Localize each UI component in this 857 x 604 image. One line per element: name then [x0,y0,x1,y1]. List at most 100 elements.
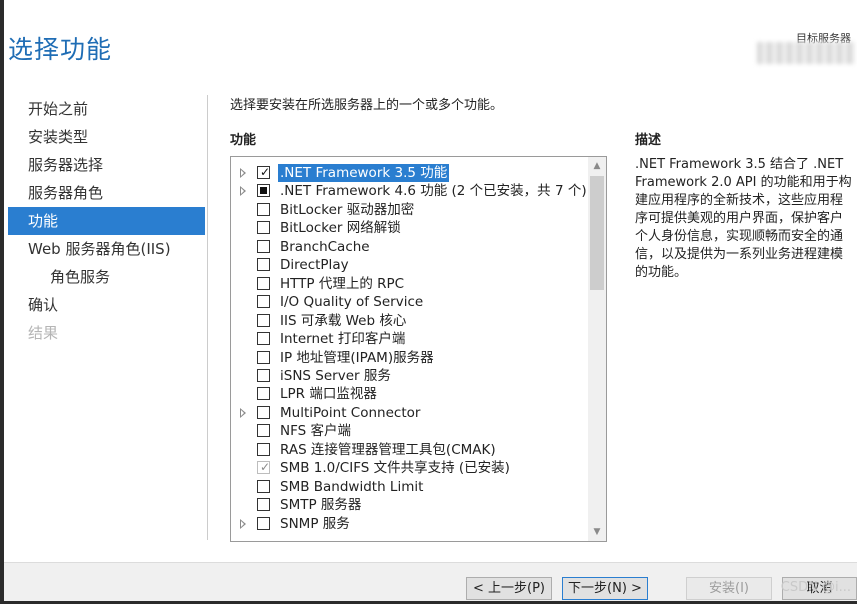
feature-checkbox[interactable] [257,295,270,309]
nav-item-2[interactable]: 服务器选择 [8,151,205,179]
feature-row[interactable]: .NET Framework 4.6 功能 (2 个已安装，共 7 个) [231,182,587,200]
feature-label[interactable]: BranchCache [280,238,370,256]
feature-label[interactable]: BitLocker 驱动器加密 [280,201,414,219]
features-tree-list[interactable]: ✓ .NET Framework 3.5 功能 .NET Framework 4.6… [230,156,607,542]
feature-checkbox[interactable] [257,221,270,235]
expand-arrow-icon[interactable] [240,186,246,197]
checkmark-icon: ✓ [260,460,271,475]
feature-label[interactable]: IIS 可承载 Web 核心 [280,312,406,330]
feature-row[interactable]: IP 地址管理(IPAM)服务器 [231,349,586,367]
features-scrollbar[interactable]: ▲ ▼ [588,157,606,541]
feature-label[interactable]: .NET Framework 3.5 功能 [276,163,451,183]
description-heading: 描述 [635,133,662,148]
feature-label[interactable]: I/O Quality of Service [280,293,423,311]
feature-row[interactable]: BitLocker 网络解锁 [231,219,586,237]
feature-checkbox[interactable] [257,405,270,419]
feature-row[interactable]: HTTP 代理上的 RPC [231,275,586,293]
description-line: 序可提供美观的用户界面，保护客户 [635,211,844,226]
feature-label[interactable]: IP 地址管理(IPAM)服务器 [280,349,434,367]
feature-row[interactable]: LPR 端口监视器 [231,385,586,403]
feature-row[interactable]: Internet 打印客户端 [231,330,586,348]
nav-item-6[interactable]: 角色服务 [8,263,205,291]
feature-label[interactable]: DirectPlay [280,256,349,274]
feature-row[interactable]: IIS 可承载 Web 核心 [231,312,586,330]
nav-item-5[interactable]: Web 服务器角色(IIS) [8,235,205,263]
feature-label[interactable]: BitLocker 网络解锁 [280,219,401,237]
install-button[interactable]: 安装(I) [686,577,772,600]
feature-checkbox[interactable] [257,313,270,327]
expand-arrow-icon[interactable] [240,518,246,529]
partial-check-icon [260,187,267,195]
feature-label[interactable]: SMTP 服务器 [280,496,361,514]
destination-server-name-blurred [757,42,855,64]
checkmark-icon: ✓ [260,165,271,179]
nav-item-3[interactable]: 服务器角色 [8,179,205,207]
feature-checkbox[interactable] [257,258,270,272]
feature-checkbox[interactable] [257,516,270,530]
feature-label[interactable]: NFS 客户端 [280,422,351,440]
description-line: .NET Framework 3.5 结合了 .NET [635,157,844,172]
feature-checkbox[interactable]: ✓ [257,165,271,179]
feature-checkbox[interactable] [257,202,270,216]
feature-checkbox[interactable] [257,498,270,512]
previous-button[interactable]: < 上一步(P) [466,577,552,600]
nav-divider [207,95,208,540]
feature-row[interactable]: SMTP 服务器 [231,496,586,514]
feature-row[interactable]: MultiPoint Connector [231,404,586,422]
feature-checkbox[interactable] [257,368,270,382]
scroll-up-arrow-icon[interactable]: ▲ [588,157,606,175]
feature-label[interactable]: .NET Framework 4.6 功能 (2 个已安装，共 7 个) [280,182,587,200]
feature-label[interactable]: SNMP 服务 [280,515,350,533]
feature-label[interactable]: SMB 1.0/CIFS 文件共享支持 (已安装) [280,459,510,477]
feature-checkbox[interactable] [257,387,270,401]
description-line: 建应用程序的全新技术，这些应用程 [635,193,844,208]
feature-label[interactable]: iSNS Server 服务 [280,367,391,385]
wizard-steps-nav: 开始之前 安装类型 服务器选择 服务器角色 功能 Web 服务器角色(IIS) 角色服务 确认… [8,95,205,347]
feature-label[interactable]: HTTP 代理上的 RPC [280,275,404,293]
feature-row[interactable]: iSNS Server 服务 [231,367,586,385]
feature-checkbox[interactable] [257,332,270,346]
feature-description: .NET Framework 3.5 结合了 .NET Framework 2.0… [635,156,857,282]
scrollbar-thumb[interactable] [590,176,604,290]
instruction-text: 选择要安装在所选服务器上的一个或多个功能。 [230,98,504,113]
scroll-down-arrow-icon[interactable]: ▼ [588,523,606,541]
feature-row[interactable]: BranchCache [231,238,586,256]
next-button[interactable]: 下一步(N) > [562,577,648,600]
expand-arrow-icon[interactable] [240,168,246,178]
feature-row[interactable]: NFS 客户端 [231,422,586,440]
feature-row[interactable]: BitLocker 驱动器加密 [231,201,586,219]
feature-row[interactable]: SMB Bandwidth Limit [231,478,586,496]
nav-item-1[interactable]: 安装类型 [8,123,205,151]
nav-item-4[interactable]: 功能 [8,207,205,235]
watermark-text: CSDN @i... [780,580,851,595]
nav-item-7[interactable]: 确认 [8,291,205,319]
nav-item-8: 结果 [28,324,59,342]
feature-row[interactable]: ✓ SMB 1.0/CIFS 文件共享支持 (已安装) [231,459,586,477]
expand-arrow-icon[interactable] [240,407,246,418]
feature-row[interactable]: ✓ .NET Framework 3.5 功能 [231,163,586,183]
feature-checkbox[interactable] [257,479,270,493]
page-title: 选择功能 [8,35,113,64]
feature-row[interactable]: DirectPlay [231,256,586,274]
feature-checkbox[interactable] [257,239,270,253]
description-line: 信，以及提供为一系列业务进程建模 [635,247,844,262]
description-line: Framework 2.0 API 的功能和用于构 [635,175,852,190]
feature-row[interactable]: I/O Quality of Service [231,293,586,311]
window-left-border [0,0,4,604]
feature-label[interactable]: SMB Bandwidth Limit [280,478,423,496]
feature-checkbox[interactable] [257,350,270,364]
feature-label[interactable]: Internet 打印客户端 [280,330,405,348]
features-heading: 功能 [230,133,257,148]
feature-checkbox[interactable] [257,184,270,198]
feature-row[interactable]: RAS 连接管理器管理工具包(CMAK) [231,441,586,459]
feature-row[interactable]: SNMP 服务 [231,515,586,533]
feature-checkbox: ✓ [257,460,271,475]
description-line: 个人身份信息，实现顺畅而安全的通 [635,229,844,244]
feature-checkbox[interactable] [257,442,270,456]
feature-label[interactable]: RAS 连接管理器管理工具包(CMAK) [280,441,496,459]
nav-item-0[interactable]: 开始之前 [8,95,205,123]
feature-label[interactable]: MultiPoint Connector [280,404,420,422]
feature-checkbox[interactable] [257,276,270,290]
feature-label[interactable]: LPR 端口监视器 [280,385,377,403]
feature-checkbox[interactable] [257,424,270,438]
